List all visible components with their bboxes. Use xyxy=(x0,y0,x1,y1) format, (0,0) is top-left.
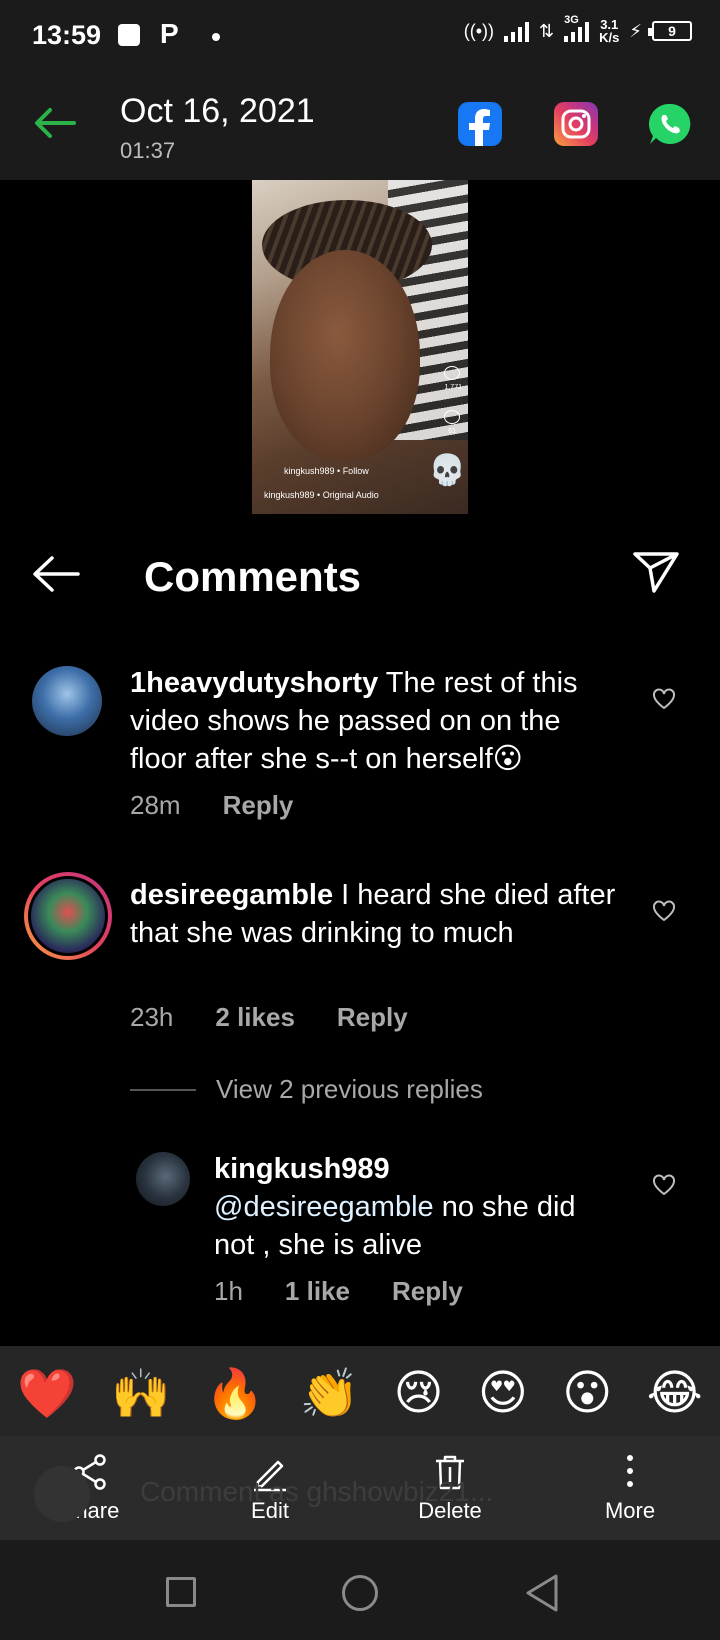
photo-time: 01:37 xyxy=(120,138,176,163)
emoji-raised-hands[interactable]: 🙌 xyxy=(111,1365,171,1422)
emoji-fire[interactable]: 🔥 xyxy=(205,1365,265,1422)
carrier-p-icon: P xyxy=(160,18,179,49)
net-speed-unit: K/s xyxy=(599,30,620,45)
face xyxy=(270,250,420,460)
emoji-quick-bar: ❤️ 🙌 🔥 👏 😢 😍 😮 😂 xyxy=(0,1346,720,1440)
reply-age: 1h xyxy=(214,1276,243,1306)
comments-back-icon xyxy=(33,556,80,592)
notification-dot-icon xyxy=(212,33,220,41)
comment-input-placeholder: Comment as ghshowbiz21... xyxy=(140,1476,494,1507)
back-arrow-icon[interactable] xyxy=(30,98,80,148)
avatar[interactable] xyxy=(32,666,102,736)
data-arrows-icon: ⇅ xyxy=(539,20,555,41)
overlay-comment-icon xyxy=(444,410,460,424)
avatar-story-ring[interactable] xyxy=(24,872,112,960)
status-icons: ((•)) ⇅ 3G 3.1 K/s ⚡ 9 xyxy=(463,14,692,44)
home-button[interactable] xyxy=(342,1575,378,1611)
overlay-comment-count: 61 xyxy=(448,428,456,435)
status-time: 13:59 xyxy=(32,20,102,50)
overlay-heart-icon xyxy=(444,366,460,380)
net-speed: 3.1 K/s xyxy=(599,18,619,44)
comments-title: Comments xyxy=(144,553,362,600)
charging-icon: ⚡ xyxy=(629,20,642,41)
overlay-author: kingkush989 • Follow xyxy=(284,466,369,476)
network-type-label: 3G xyxy=(564,14,579,26)
send-icon xyxy=(633,552,679,593)
facebook-icon[interactable] xyxy=(458,102,502,146)
skull-icon: 💀 xyxy=(428,454,466,487)
reply-button[interactable]: Reply xyxy=(337,1002,408,1033)
signal-bars-icon xyxy=(504,20,530,42)
avatar xyxy=(28,876,108,956)
comment-meta: 23h 2 likes Reply xyxy=(130,1002,408,1033)
photo-date: Oct 16, 2021 xyxy=(120,92,315,130)
comment-age: 23h xyxy=(130,1002,174,1032)
replies-divider xyxy=(130,1088,196,1091)
whatsapp-icon[interactable] xyxy=(648,102,692,146)
comment-username[interactable]: 1heavydutyshorty xyxy=(130,667,378,699)
comment-meta: 28m Reply xyxy=(130,790,293,821)
battery-icon: 9 xyxy=(648,21,692,41)
comment-likes[interactable]: 2 likes xyxy=(215,1002,295,1033)
hotspot-icon: ((•)) xyxy=(463,20,495,41)
comment-username[interactable]: desireegamble xyxy=(130,879,333,911)
reply-likes[interactable]: 1 like xyxy=(285,1276,350,1307)
like-heart-icon[interactable] xyxy=(652,1174,676,1196)
notification-square-icon xyxy=(118,24,140,46)
screenshot-photo[interactable]: 1,771 61 💀 kingkush989 • Follow kingkush… xyxy=(252,180,468,514)
view-previous-replies[interactable]: View 2 previous replies xyxy=(130,1074,483,1105)
comment-text: 1heavydutyshorty The rest of this video … xyxy=(130,664,616,778)
emoji-laugh[interactable]: 😂 xyxy=(647,1365,703,1421)
reply-text: kingkush989 @desireegamble no she did no… xyxy=(214,1150,614,1264)
recents-button[interactable] xyxy=(166,1577,196,1607)
status-bar: 13:59 P ((•)) ⇅ 3G 3.1 K/s ⚡ 9 xyxy=(0,0,720,74)
overlay-audio: kingkush989 • Original Audio xyxy=(264,490,379,500)
comment-age: 28m xyxy=(130,790,181,820)
emoji-clap[interactable]: 👏 xyxy=(299,1365,359,1422)
emoji-heart[interactable]: ❤️ xyxy=(17,1365,77,1422)
comment-text: desireegamble I heard she died after tha… xyxy=(130,876,616,952)
emoji-cry[interactable]: 😢 xyxy=(394,1365,444,1421)
reply-username[interactable]: kingkush989 xyxy=(214,1153,390,1185)
overlay-like-count: 1,771 xyxy=(444,384,462,391)
reply-button[interactable]: Reply xyxy=(223,790,294,821)
like-heart-icon[interactable] xyxy=(652,900,676,922)
nav-back-icon[interactable] xyxy=(524,1572,560,1614)
like-heart-icon[interactable] xyxy=(652,688,676,710)
more-button[interactable]: More xyxy=(540,1436,720,1540)
ghost-comment-avatar xyxy=(34,1466,90,1522)
emoji-surprised[interactable]: 😮 xyxy=(562,1365,612,1421)
reply-button[interactable]: Reply xyxy=(392,1276,463,1307)
gallery-header: Oct 16, 2021 01:37 xyxy=(0,74,720,180)
view-replies-label: View 2 previous replies xyxy=(216,1074,483,1104)
reply-mention[interactable]: @desireegamble xyxy=(214,1191,434,1223)
instagram-icon[interactable] xyxy=(554,102,598,146)
more-vertical-icon xyxy=(627,1455,633,1487)
more-label: More xyxy=(604,1498,656,1523)
avatar[interactable] xyxy=(136,1152,190,1206)
emoji-heart-eyes[interactable]: 😍 xyxy=(478,1365,528,1421)
reply-meta: 1h 1 like Reply xyxy=(214,1276,463,1307)
